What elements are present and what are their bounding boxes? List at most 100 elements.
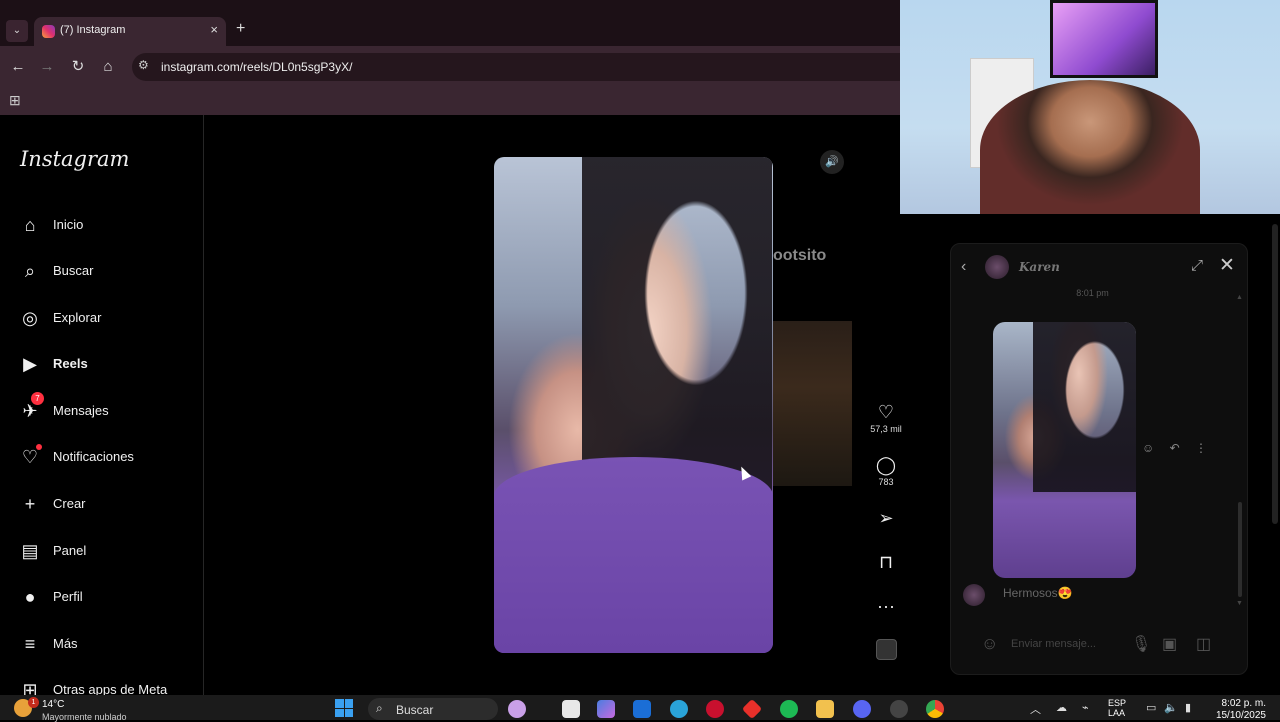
new-tab-button[interactable]: +: [236, 20, 245, 38]
nav-explorar[interactable]: ◎ Explorar: [20, 307, 200, 335]
tab-instagram[interactable]: (7) Instagram ×: [34, 17, 226, 46]
nav-label: Panel: [53, 543, 87, 558]
nav-reels[interactable]: ▶ Reels: [20, 353, 200, 381]
nav-label: Mensajes: [53, 403, 109, 418]
apps-icon[interactable]: ⊞: [9, 92, 21, 109]
comment-button[interactable]: ◯ 783: [860, 455, 912, 487]
widgets-icon[interactable]: [508, 700, 526, 718]
nav-buscar[interactable]: ⌕ Buscar: [20, 260, 200, 288]
like-button[interactable]: ♡ 57,3 mil: [860, 402, 912, 434]
scroll-down-icon[interactable]: ▼: [1236, 600, 1243, 607]
save-button[interactable]: ⊓: [860, 552, 912, 573]
outlook-icon[interactable]: [633, 700, 651, 718]
webcam-overlay: [900, 0, 1280, 214]
tray-overflow-icon[interactable]: ︿: [1030, 701, 1041, 717]
scrollbar-thumb[interactable]: [1238, 502, 1242, 597]
nav-label: Inicio: [53, 217, 84, 232]
like-count: 57,3 mil: [870, 424, 902, 434]
sticker-icon[interactable]: ◫: [1196, 634, 1211, 654]
nav-mensajes[interactable]: ✈ 7 Mensajes: [20, 392, 200, 428]
message-reaction-icons[interactable]: ☺ ↶ ⋮: [1142, 441, 1213, 455]
heart-icon: ♡: [877, 402, 895, 422]
chrome-icon[interactable]: [926, 700, 944, 718]
chat-contact-name[interactable]: Karen: [1019, 260, 1060, 274]
tab-search-menu[interactable]: ⌄: [6, 20, 28, 42]
forward-icon[interactable]: →: [37, 57, 57, 77]
share-button[interactable]: ➢: [860, 508, 912, 529]
reel-image-detail: [494, 457, 773, 653]
app-icon[interactable]: [741, 698, 763, 720]
comment-count: 783: [878, 477, 894, 487]
browser-tab-strip: ⌄ (7) Instagram × +: [0, 0, 900, 46]
site-settings-icon[interactable]: ⚙: [138, 58, 149, 72]
search-icon: ⌕: [24, 261, 36, 281]
volume-icon[interactable]: 🔊: [820, 150, 844, 174]
volume-icon[interactable]: 🔈: [1164, 701, 1178, 714]
network-icon[interactable]: ⌁: [1082, 701, 1089, 714]
taskbar-search[interactable]: ⌕ Buscar: [368, 698, 498, 720]
discord-icon[interactable]: [853, 700, 871, 718]
menu-icon: ≡: [24, 634, 36, 654]
url-text[interactable]: instagram.com/reels/DL0n5sgP3yX/: [161, 60, 352, 74]
avatar[interactable]: [985, 255, 1009, 279]
reel-video[interactable]: [494, 157, 773, 653]
instagram-logo[interactable]: Instagram: [20, 147, 129, 171]
expand-icon[interactable]: ⤢: [1191, 257, 1203, 274]
send-icon: ➢: [878, 508, 894, 528]
start-button[interactable]: [335, 699, 353, 717]
reel-image-detail: [582, 157, 772, 497]
windows-logo-icon: [344, 708, 353, 717]
close-icon[interactable]: ✕: [1219, 254, 1235, 277]
language-indicator[interactable]: ESP LAA: [1108, 698, 1126, 718]
compass-icon: ◎: [22, 308, 38, 328]
next-reel-thumbnail[interactable]: [773, 321, 852, 486]
reels-icon: ▶: [23, 354, 37, 374]
audio-thumbnail[interactable]: [876, 639, 897, 660]
scrollbar-thumb[interactable]: [1272, 224, 1278, 524]
tab-close-button[interactable]: ×: [210, 22, 218, 37]
streamer: [980, 80, 1200, 214]
language-code: ESP: [1108, 698, 1127, 708]
shared-photo[interactable]: [993, 322, 1136, 578]
more-options-button[interactable]: ···: [860, 596, 912, 617]
tab-title: (7) Instagram: [60, 24, 126, 36]
message-input[interactable]: Enviar mensaje...: [1011, 638, 1096, 650]
task-view-icon[interactable]: [562, 700, 580, 718]
app-icon[interactable]: [890, 700, 908, 718]
nav-crear[interactable]: + Crear: [20, 493, 200, 521]
tv-screen: [1050, 0, 1158, 78]
back-icon[interactable]: ‹: [961, 258, 966, 276]
nav-inicio[interactable]: ⌂ Inicio: [20, 214, 200, 242]
copilot-icon[interactable]: [597, 700, 615, 718]
battery-icon[interactable]: ▮: [1185, 701, 1191, 714]
address-bar[interactable]: ⚙ instagram.com/reels/DL0n5sgP3yX/: [132, 53, 900, 81]
cloud-icon[interactable]: ☁: [1056, 701, 1067, 714]
back-icon[interactable]: ←: [8, 57, 28, 77]
gallery-icon[interactable]: ▣: [1162, 634, 1177, 654]
search-label: Buscar: [396, 703, 434, 717]
windows-logo-icon: [344, 699, 353, 708]
next-reel-title: ootsito: [773, 247, 827, 264]
nav-panel[interactable]: ▤ Panel: [20, 540, 200, 568]
scroll-up-icon[interactable]: ▲: [1236, 294, 1243, 301]
page-scrollbar[interactable]: [1270, 214, 1280, 694]
nav-mas[interactable]: ≡ Más: [20, 633, 200, 661]
nav-notificaciones[interactable]: ♡ Notificaciones: [20, 444, 200, 474]
chat-scrollbar[interactable]: ▲ ▼: [1236, 294, 1243, 612]
reload-icon[interactable]: ↻: [68, 57, 88, 77]
spotify-icon[interactable]: [780, 700, 798, 718]
plus-icon: +: [24, 494, 36, 514]
edge-icon[interactable]: [670, 700, 688, 718]
display-icon[interactable]: ▭: [1146, 701, 1156, 714]
opera-gx-icon[interactable]: [706, 700, 724, 718]
system-clock[interactable]: 8:02 p. m. 15/10/2025: [1210, 698, 1266, 722]
home-icon[interactable]: ⌂: [98, 57, 118, 77]
nav-perfil[interactable]: ● Perfil: [20, 586, 200, 614]
more-icon: ···: [877, 596, 895, 616]
bookmarks-bar: ⊞: [0, 88, 900, 115]
microphone-icon[interactable]: 🎙: [1131, 634, 1151, 654]
home-icon: ⌂: [24, 215, 36, 235]
file-explorer-icon[interactable]: [816, 700, 834, 718]
emoji-icon[interactable]: ☺: [981, 634, 998, 654]
nav-label: Buscar: [53, 263, 94, 278]
